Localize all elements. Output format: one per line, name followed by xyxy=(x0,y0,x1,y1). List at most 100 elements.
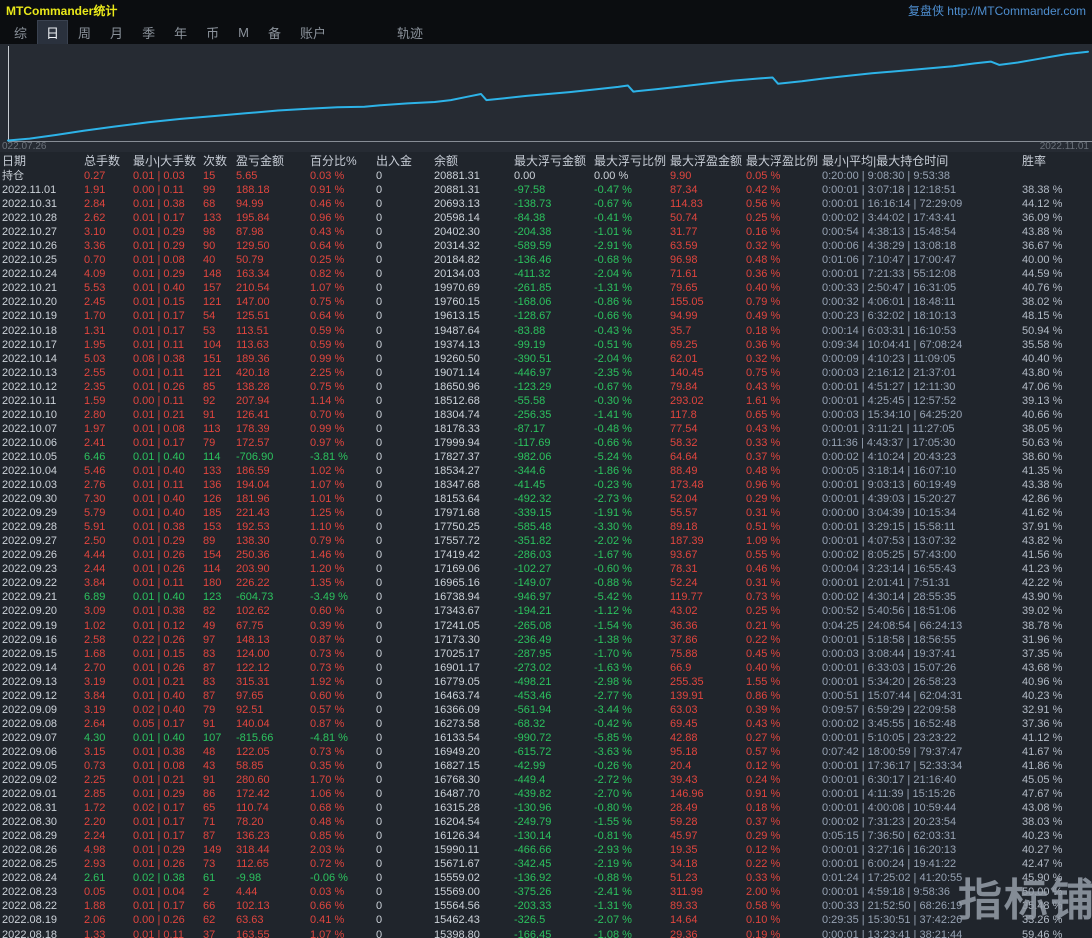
table-row[interactable]: 2022.09.05 0.73 0.01 | 0.08 43 58.85 0.35 % 0 1… xyxy=(0,759,1092,773)
column-header-10[interactable]: 最大浮盈金额 xyxy=(668,152,744,169)
table-row[interactable]: 2022.09.15 1.68 0.01 | 0.15 83 124.00 0.73 % 0… xyxy=(0,647,1092,661)
cell-max-float-profit-pct: 0.10 % xyxy=(746,914,781,927)
column-header-4[interactable]: 盈亏金额 xyxy=(232,152,302,169)
column-header-7[interactable]: 余额 xyxy=(428,152,512,169)
table-row[interactable]: 2022.09.23 2.44 0.01 | 0.26 114 203.90 1.20 %… xyxy=(0,562,1092,576)
menu-item-7[interactable]: M xyxy=(230,23,257,42)
cell-hold-times: 0:00:01 | 4:00:08 | 10:59:44 xyxy=(822,802,957,815)
menu-item-3[interactable]: 月 xyxy=(102,21,131,44)
table-row[interactable]: 2022.08.23 0.05 0.01 | 0.04 2 4.44 0.03 % 0 155… xyxy=(0,885,1092,899)
table-row[interactable]: 2022.08.30 2.20 0.01 | 0.17 71 78.20 0.48 % 0 1… xyxy=(0,815,1092,829)
cell-balance: 17971.68 xyxy=(434,507,480,520)
cell-deposit-withdraw: 0 xyxy=(376,830,383,843)
table-row[interactable]: 2022.08.22 1.88 0.01 | 0.17 66 102.13 0.66 % 0… xyxy=(0,899,1092,913)
column-header-12[interactable]: 最小|平均|最大持仓时间 xyxy=(820,152,1020,169)
table-row[interactable]: 2022.10.27 3.10 0.01 | 0.29 98 87.98 0.43 % 0 2… xyxy=(0,225,1092,239)
column-header-6[interactable]: 出入金 xyxy=(374,152,428,169)
table-row[interactable]: 2022.08.26 4.98 0.01 | 0.29 149 318.44 2.03 %… xyxy=(0,843,1092,857)
column-header-5[interactable]: 百分比% xyxy=(302,152,374,169)
table-row[interactable]: 2022.09.07 4.30 0.01 | 0.40 107 -815.66 -4.81… xyxy=(0,731,1092,745)
menu-item-1[interactable]: 日 xyxy=(37,19,69,45)
table-row[interactable]: 2022.10.12 2.35 0.01 | 0.26 85 138.28 0.75 % 0… xyxy=(0,380,1092,394)
cell-max-float-profit: 45.97 xyxy=(670,830,698,843)
table-row[interactable]: 2022.10.21 5.53 0.01 | 0.40 157 210.54 1.07 %… xyxy=(0,281,1092,295)
column-header-3[interactable]: 次数 xyxy=(196,152,232,169)
cell-max-float-profit: 51.23 xyxy=(670,872,698,885)
table-row[interactable]: 2022.10.20 2.45 0.01 | 0.15 121 147.00 0.75 %… xyxy=(0,295,1092,309)
cell-balance: 16366.09 xyxy=(434,703,480,716)
table-row[interactable]: 2022.10.11 1.59 0.00 | 0.11 92 207.94 1.14 % 0… xyxy=(0,394,1092,408)
table-row[interactable]: 2022.10.18 1.31 0.01 | 0.17 53 113.51 0.59 % 0… xyxy=(0,324,1092,338)
table-row[interactable]: 2022.08.18 1.33 0.01 | 0.11 37 163.55 1.07 % 0… xyxy=(0,928,1092,938)
table-row[interactable]: 2022.08.24 2.61 0.02 | 0.38 61 -9.98 -0.06 % 0… xyxy=(0,871,1092,885)
table-row[interactable]: 2022.10.17 1.95 0.01 | 0.11 104 113.63 0.59 %… xyxy=(0,338,1092,352)
cell-max-float-profit: 75.88 xyxy=(670,647,698,660)
cell-balance: 20134.03 xyxy=(434,268,480,281)
table-row[interactable]: 2022.09.13 3.19 0.01 | 0.21 83 315.31 1.92 % 0… xyxy=(0,675,1092,689)
table-row[interactable]: 2022.10.14 5.03 0.08 | 0.38 151 189.36 0.99 %… xyxy=(0,352,1092,366)
cell-minmax-lots: 0.01 | 0.21 xyxy=(133,675,185,688)
table-row[interactable]: 2022.08.31 1.72 0.02 | 0.17 65 110.74 0.68 % 0… xyxy=(0,801,1092,815)
column-header-2[interactable]: 最小|大手数 xyxy=(128,152,196,169)
table-row[interactable]: 2022.10.04 5.46 0.01 | 0.40 133 186.59 1.02 %… xyxy=(0,464,1092,478)
menu-item-4[interactable]: 季 xyxy=(134,21,163,44)
site-link[interactable]: 复盘侠 http://MTCommander.com xyxy=(908,2,1086,19)
table-row[interactable]: 2022.09.27 2.50 0.01 | 0.29 89 138.30 0.79 % 0… xyxy=(0,534,1092,548)
column-header-13[interactable]: 胜率 xyxy=(1020,152,1092,169)
table-row[interactable]: 2022.09.01 2.85 0.01 | 0.29 86 172.42 1.06 % 0… xyxy=(0,787,1092,801)
cell-max-float-profit: 119.77 xyxy=(670,591,703,604)
table-row[interactable]: 持仓 0.27 0.01 | 0.03 15 5.65 0.03 % 0 20881.31 0.… xyxy=(0,169,1092,183)
menu-item-5[interactable]: 年 xyxy=(166,21,195,44)
table-row[interactable]: 2022.09.08 2.64 0.05 | 0.17 91 140.04 0.87 % 0… xyxy=(0,717,1092,731)
table-row[interactable]: 2022.08.25 2.93 0.01 | 0.26 73 112.65 0.72 % 0… xyxy=(0,857,1092,871)
menu-item-trail[interactable]: 轨迹 xyxy=(389,21,431,44)
table-row[interactable]: 2022.08.19 2.06 0.00 | 0.26 62 63.63 0.41 % 0 1… xyxy=(0,913,1092,927)
cell-max-float-profit-pct: 0.32 % xyxy=(746,352,781,365)
table-row[interactable]: 2022.10.03 2.76 0.01 | 0.11 136 194.04 1.07 %… xyxy=(0,478,1092,492)
table-row[interactable]: 2022.09.28 5.91 0.01 | 0.38 153 192.53 1.10 %… xyxy=(0,520,1092,534)
table-row[interactable]: 2022.10.31 2.84 0.01 | 0.38 68 94.99 0.46 % 0 2… xyxy=(0,197,1092,211)
cell-max-float-loss: -273.02 xyxy=(514,661,552,674)
table-row[interactable]: 2022.09.02 2.25 0.01 | 0.21 91 280.60 1.70 % 0… xyxy=(0,773,1092,787)
column-header-9[interactable]: 最大浮亏比例 xyxy=(592,152,668,169)
table-row[interactable]: 2022.10.28 2.62 0.01 | 0.17 133 195.84 0.96 %… xyxy=(0,211,1092,225)
cell-max-float-loss-pct: -0.47 % xyxy=(594,184,632,197)
cell-max-float-loss-pct: -2.91 % xyxy=(594,240,632,253)
column-header-1[interactable]: 总手数 xyxy=(78,152,128,169)
table-row[interactable]: 2022.10.26 3.36 0.01 | 0.29 90 129.50 0.64 % 0… xyxy=(0,239,1092,253)
table-row[interactable]: 2022.09.22 3.84 0.01 | 0.11 180 226.22 1.35 %… xyxy=(0,576,1092,590)
table-row[interactable]: 2022.09.09 3.19 0.02 | 0.40 79 92.51 0.57 % 0 1… xyxy=(0,703,1092,717)
table-row[interactable]: 2022.10.13 2.55 0.01 | 0.11 121 420.18 2.25 %… xyxy=(0,366,1092,380)
menu-item-0[interactable]: 综 xyxy=(6,21,35,44)
table-row[interactable]: 2022.10.19 1.70 0.01 | 0.17 54 125.51 0.64 % 0… xyxy=(0,309,1092,323)
table-row[interactable]: 2022.09.20 3.09 0.01 | 0.38 82 102.62 0.60 % 0… xyxy=(0,604,1092,618)
column-header-8[interactable]: 最大浮亏金额 xyxy=(512,152,592,169)
table-row[interactable]: 2022.09.14 2.70 0.01 | 0.26 87 122.12 0.73 % 0… xyxy=(0,661,1092,675)
table-row[interactable]: 2022.09.29 5.79 0.01 | 0.40 185 221.43 1.25 %… xyxy=(0,506,1092,520)
table-row[interactable]: 2022.09.26 4.44 0.01 | 0.26 154 250.36 1.46 %… xyxy=(0,548,1092,562)
table-row[interactable]: 2022.10.10 2.80 0.01 | 0.21 91 126.41 0.70 % 0… xyxy=(0,408,1092,422)
menu-item-2[interactable]: 周 xyxy=(70,21,99,44)
table-row[interactable]: 2022.10.05 6.46 0.01 | 0.40 114 -706.90 -3.81… xyxy=(0,450,1092,464)
table-row[interactable]: 2022.09.21 6.89 0.01 | 0.40 123 -604.73 -3.49… xyxy=(0,590,1092,604)
cell-max-float-loss: -236.49 xyxy=(514,633,552,646)
table-row[interactable]: 2022.09.06 3.15 0.01 | 0.38 48 122.05 0.73 % 0… xyxy=(0,745,1092,759)
table-row[interactable]: 2022.09.16 2.58 0.22 | 0.26 97 148.13 0.87 % 0… xyxy=(0,633,1092,647)
table-row[interactable]: 2022.10.06 2.41 0.01 | 0.17 79 172.57 0.97 % 0… xyxy=(0,436,1092,450)
table-row[interactable]: 2022.10.25 0.70 0.01 | 0.08 40 50.79 0.25 % 0 2… xyxy=(0,253,1092,267)
table-row[interactable]: 2022.11.01 1.91 0.00 | 0.11 99 188.18 0.91 % 0… xyxy=(0,183,1092,197)
table-row[interactable]: 2022.08.29 2.24 0.01 | 0.17 87 136.23 0.85 % 0… xyxy=(0,829,1092,843)
menu-item-6[interactable]: 币 xyxy=(198,21,227,44)
table-row[interactable]: 2022.10.07 1.97 0.01 | 0.08 113 178.39 0.99 %… xyxy=(0,422,1092,436)
column-header-0[interactable]: 日期 xyxy=(0,152,78,169)
table-row[interactable]: 2022.09.19 1.02 0.01 | 0.12 49 67.75 0.39 % 0 1… xyxy=(0,619,1092,633)
table-row[interactable]: 2022.10.24 4.09 0.01 | 0.29 148 163.34 0.82 %… xyxy=(0,267,1092,281)
column-header-11[interactable]: 最大浮盈比例 xyxy=(744,152,820,169)
menu-item-8[interactable]: 备 xyxy=(260,21,289,44)
cell-deposit-withdraw: 0 xyxy=(376,240,383,253)
menu-item-9[interactable]: 账户 xyxy=(292,21,334,44)
cell-balance: 15462.43 xyxy=(434,914,480,927)
cell-pnl-pct: 0.99 % xyxy=(310,422,345,435)
table-row[interactable]: 2022.09.30 7.30 0.01 | 0.40 126 181.96 1.01 %… xyxy=(0,492,1092,506)
table-row[interactable]: 2022.09.12 3.84 0.01 | 0.40 87 97.65 0.60 % 0 1… xyxy=(0,689,1092,703)
